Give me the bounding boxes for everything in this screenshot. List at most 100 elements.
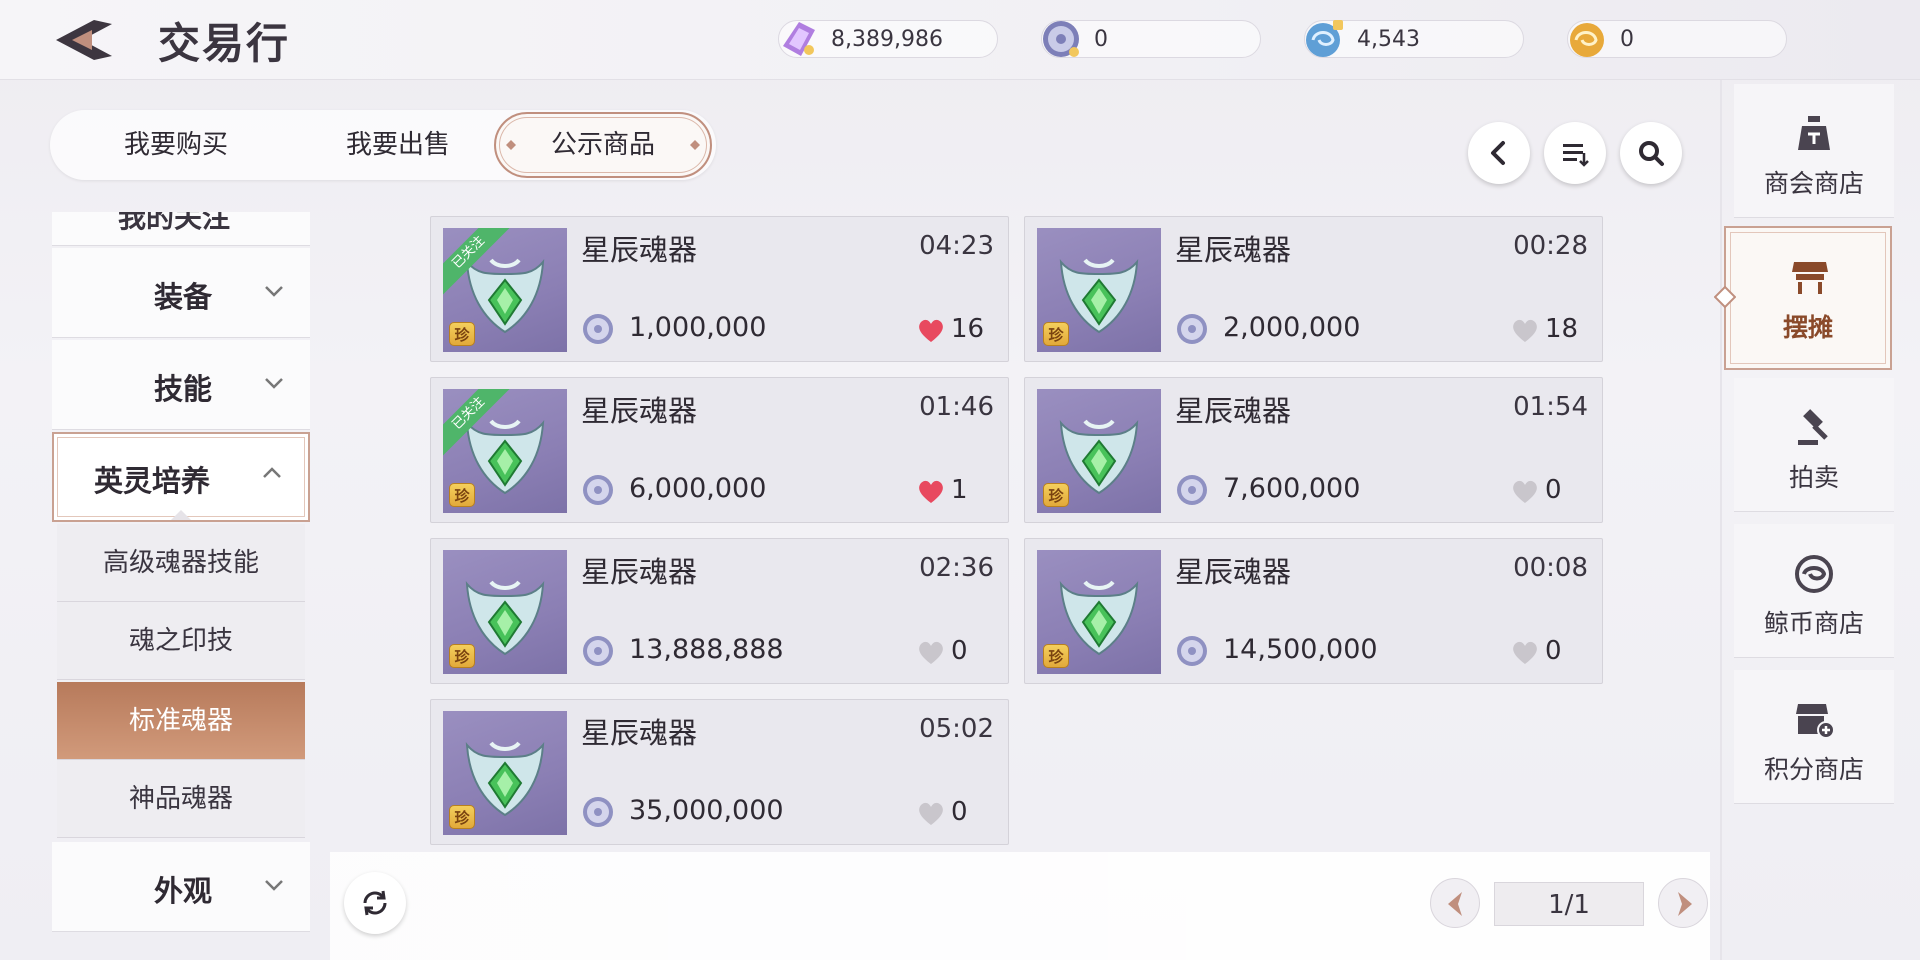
- nav-label: 商会商店: [1763, 169, 1864, 198]
- arrow-left-icon: [1448, 892, 1462, 916]
- item-price: 14,500,000: [1223, 634, 1378, 665]
- item-price: 7,600,000: [1223, 473, 1361, 504]
- heart-empty-icon[interactable]: [917, 641, 945, 665]
- heart-empty-icon[interactable]: [917, 802, 945, 826]
- back-button[interactable]: [52, 14, 116, 66]
- item-name: 星辰魂器: [1175, 555, 1292, 589]
- like-count: 0: [951, 797, 968, 827]
- tab-bar: 我要购买 我要出售 公示商品: [50, 110, 716, 180]
- category-followed[interactable]: 我的关注: [52, 212, 310, 246]
- heart-empty-icon[interactable]: [1511, 480, 1539, 504]
- nav-guild-shop[interactable]: 商会商店: [1734, 84, 1894, 218]
- subcategory-standard-soul[interactable]: 标准魂器: [57, 682, 305, 760]
- caret-up-icon: [171, 510, 191, 520]
- top-bar: 交易行 8,389,986 0 4,543 0: [0, 0, 1920, 80]
- nav-label: 摆摊: [1782, 313, 1833, 342]
- category-label: 我的关注: [118, 212, 231, 234]
- item-time: 01:46: [919, 392, 994, 422]
- heart-empty-icon[interactable]: [1511, 319, 1539, 343]
- stall-icon: [1792, 262, 1828, 294]
- like-count: 0: [1545, 636, 1562, 666]
- nav-auction[interactable]: 拍卖: [1734, 378, 1894, 512]
- item-thumbnail: 珍: [1037, 550, 1161, 674]
- rare-badge: 珍: [449, 644, 475, 668]
- currency-blue-locked[interactable]: 4,543: [1304, 20, 1524, 58]
- listing-card[interactable]: 珍 星辰魂器 00:28 2,000,000 18: [1024, 216, 1603, 362]
- sort-button[interactable]: [1544, 122, 1606, 184]
- nav-points-shop[interactable]: 积分商店: [1734, 670, 1894, 804]
- chevron-left-icon: [1491, 141, 1505, 165]
- right-nav-divider: [1720, 80, 1722, 960]
- item-time: 01:54: [1513, 392, 1588, 422]
- like-count: 18: [1545, 314, 1579, 344]
- chevron-down-icon: [265, 378, 283, 389]
- category-hero-training[interactable]: 英灵培养: [52, 432, 310, 522]
- listing-card[interactable]: 珍 星辰魂器 01:54 7,600,000 0: [1024, 377, 1603, 523]
- tab-buy[interactable]: 我要购买: [90, 110, 262, 180]
- item-name: 星辰魂器: [1175, 394, 1292, 428]
- prev-button[interactable]: [1468, 122, 1530, 184]
- gold-coin-currency-icon: [1570, 23, 1604, 57]
- diamond-ornament-icon: [690, 140, 700, 150]
- rare-badge: 珍: [449, 483, 475, 507]
- subcategory-divine-soul[interactable]: 神品魂器: [57, 760, 305, 838]
- silver-coin-icon: [583, 797, 613, 827]
- chevron-down-icon: [265, 880, 283, 891]
- sort-list-icon: [1563, 144, 1589, 167]
- silver-coin-icon: [1177, 475, 1207, 505]
- chevron-down-icon: [265, 286, 283, 297]
- item-thumbnail: 珍: [1037, 389, 1161, 513]
- item-name: 星辰魂器: [581, 233, 698, 267]
- nav-stall[interactable]: 摆摊: [1724, 226, 1892, 370]
- category-label: 装备: [153, 280, 212, 314]
- diamond-ornament-icon: [506, 140, 516, 150]
- rare-badge: 珍: [1043, 322, 1069, 346]
- heart-empty-icon[interactable]: [1511, 641, 1539, 665]
- subcategory-advanced-soul-skill[interactable]: 高级魂器技能: [57, 524, 305, 602]
- search-button[interactable]: [1620, 122, 1682, 184]
- listing-card[interactable]: 珍 星辰魂器 02:36 13,888,888 0: [430, 538, 1009, 684]
- item-thumbnail: 珍: [1037, 228, 1161, 352]
- heart-filled-icon[interactable]: [917, 480, 945, 504]
- item-price: 1,000,000: [629, 312, 767, 343]
- currency-amount: 8,389,986: [831, 27, 943, 52]
- item-time: 04:23: [919, 231, 994, 261]
- currency-silver[interactable]: 0: [1041, 20, 1261, 58]
- currency-amount: 0: [1620, 27, 1634, 52]
- listing-card[interactable]: 珍 星辰魂器 00:08 14,500,000 0: [1024, 538, 1603, 684]
- tab-sell[interactable]: 我要出售: [312, 110, 484, 180]
- category-equipment[interactable]: 装备: [52, 248, 310, 338]
- refresh-button[interactable]: [344, 872, 406, 934]
- arrow-right-icon: [1678, 892, 1692, 916]
- listing-card[interactable]: 已关注 珍 星辰魂器 01:46 6,000,000 1: [430, 377, 1009, 523]
- search-icon: [1639, 141, 1664, 166]
- page-next-button[interactable]: [1658, 878, 1708, 928]
- back-arrow-icon: [56, 20, 112, 60]
- nav-whale-coin-shop[interactable]: 鲸币商店: [1734, 524, 1894, 658]
- item-time: 05:02: [919, 714, 994, 744]
- currency-crystal[interactable]: 8,389,986: [778, 20, 998, 58]
- silver-coin-currency-icon: [1043, 21, 1079, 57]
- like-count: 0: [951, 636, 968, 666]
- refresh-icon: [363, 890, 387, 916]
- currency-gold[interactable]: 0: [1567, 20, 1787, 58]
- item-price: 35,000,000: [629, 795, 784, 826]
- category-appearance[interactable]: 外观: [52, 842, 310, 932]
- heart-filled-icon[interactable]: [917, 319, 945, 343]
- nav-label: 拍卖: [1788, 463, 1839, 492]
- item-price: 13,888,888: [629, 634, 784, 665]
- points-shop-icon: [1796, 704, 1834, 739]
- silver-coin-icon: [583, 475, 613, 505]
- category-skills[interactable]: 技能: [52, 340, 310, 430]
- listing-card[interactable]: 已关注 珍 星辰魂器 04:23 1,000,000 16: [430, 216, 1009, 362]
- item-thumbnail: 已关注 珍: [443, 389, 567, 513]
- page-prev-button[interactable]: [1430, 878, 1480, 928]
- tab-public-items[interactable]: 公示商品: [494, 112, 712, 178]
- item-price: 2,000,000: [1223, 312, 1361, 343]
- listing-card[interactable]: 珍 星辰魂器 05:02 35,000,000 0: [430, 699, 1009, 845]
- item-name: 星辰魂器: [1175, 233, 1292, 267]
- nav-label: 鲸币商店: [1763, 609, 1864, 638]
- subcategory-soul-seal[interactable]: 魂之印技: [57, 602, 305, 680]
- category-label: 英灵培养: [93, 464, 210, 498]
- silver-coin-icon: [1177, 636, 1207, 666]
